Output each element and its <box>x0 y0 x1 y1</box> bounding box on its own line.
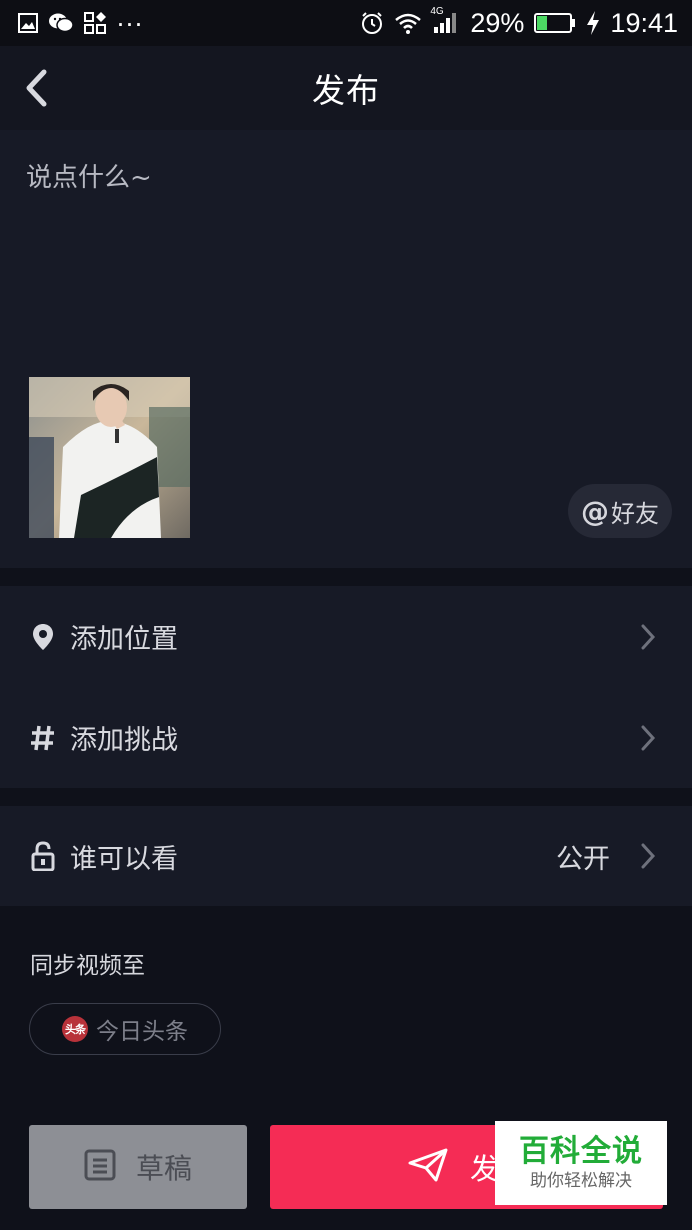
who-can-view-label: 谁可以看 <box>70 843 178 875</box>
wifi-icon <box>394 8 422 38</box>
top-bar: 发布 <box>0 46 692 130</box>
page-title: 发布 <box>312 71 380 110</box>
video-cover-image <box>29 377 190 538</box>
battery-icon <box>534 8 576 38</box>
clock: 19:41 <box>610 7 678 38</box>
privacy-panel: 谁可以看 公开 <box>0 806 692 906</box>
alarm-icon <box>360 8 384 38</box>
chevron-right-icon <box>640 725 656 755</box>
watermark-main: 百科全说 <box>519 1134 643 1169</box>
hashtag-icon <box>30 723 56 753</box>
signal-icon: 4G <box>430 6 460 38</box>
chevron-right-icon <box>640 843 656 873</box>
privacy-value: 公开 <box>556 843 610 875</box>
status-bar: ··· 4G 29% 19:41 <box>0 0 692 46</box>
add-challenge-row[interactable]: 添加挑战 <box>0 687 692 788</box>
caption-input[interactable] <box>24 158 664 198</box>
apps-icon <box>84 8 106 38</box>
back-button[interactable] <box>18 68 54 108</box>
status-bar-left: ··· <box>18 8 143 39</box>
at-symbol: @ <box>581 494 609 528</box>
mention-friend-label: 好友 <box>611 499 659 528</box>
send-icon <box>408 1148 448 1186</box>
watermark-sub: 助你轻松解决 <box>530 1171 632 1191</box>
add-challenge-label: 添加挑战 <box>70 725 178 756</box>
chevron-right-icon <box>640 624 656 654</box>
sync-toutiao-toggle[interactable]: 头条 今日头条 <box>29 1003 221 1055</box>
draft-icon <box>84 1149 116 1185</box>
gallery-icon <box>18 8 38 38</box>
caption-panel: @ 好友 <box>0 130 692 568</box>
options-panel: 添加位置 添加挑战 <box>0 586 692 788</box>
overflow-indicator: ··· <box>116 7 143 38</box>
toutiao-label: 今日头条 <box>96 1019 188 1045</box>
add-location-label: 添加位置 <box>70 624 178 655</box>
chevron-left-icon <box>26 69 47 107</box>
draft-label: 草稿 <box>135 1152 192 1185</box>
watermark: 百科全说 助你轻松解决 <box>495 1121 667 1205</box>
charging-icon <box>586 8 600 38</box>
toutiao-logo-icon: 头条 <box>62 1016 88 1042</box>
add-location-row[interactable]: 添加位置 <box>0 586 692 687</box>
unlock-icon <box>30 841 56 871</box>
location-pin-icon <box>30 622 56 652</box>
wechat-icon <box>48 8 74 38</box>
video-thumbnail[interactable] <box>29 377 190 538</box>
network-type: 4G <box>430 6 444 17</box>
draft-button[interactable]: 草稿 <box>29 1125 247 1209</box>
who-can-view-row[interactable]: 谁可以看 公开 <box>0 806 692 906</box>
battery-percent: 29% <box>470 7 525 38</box>
sync-title: 同步视频至 <box>30 953 145 979</box>
status-bar-right: 4G 29% 19:41 <box>360 6 678 39</box>
mention-friend-button[interactable]: @ 好友 <box>568 484 672 538</box>
